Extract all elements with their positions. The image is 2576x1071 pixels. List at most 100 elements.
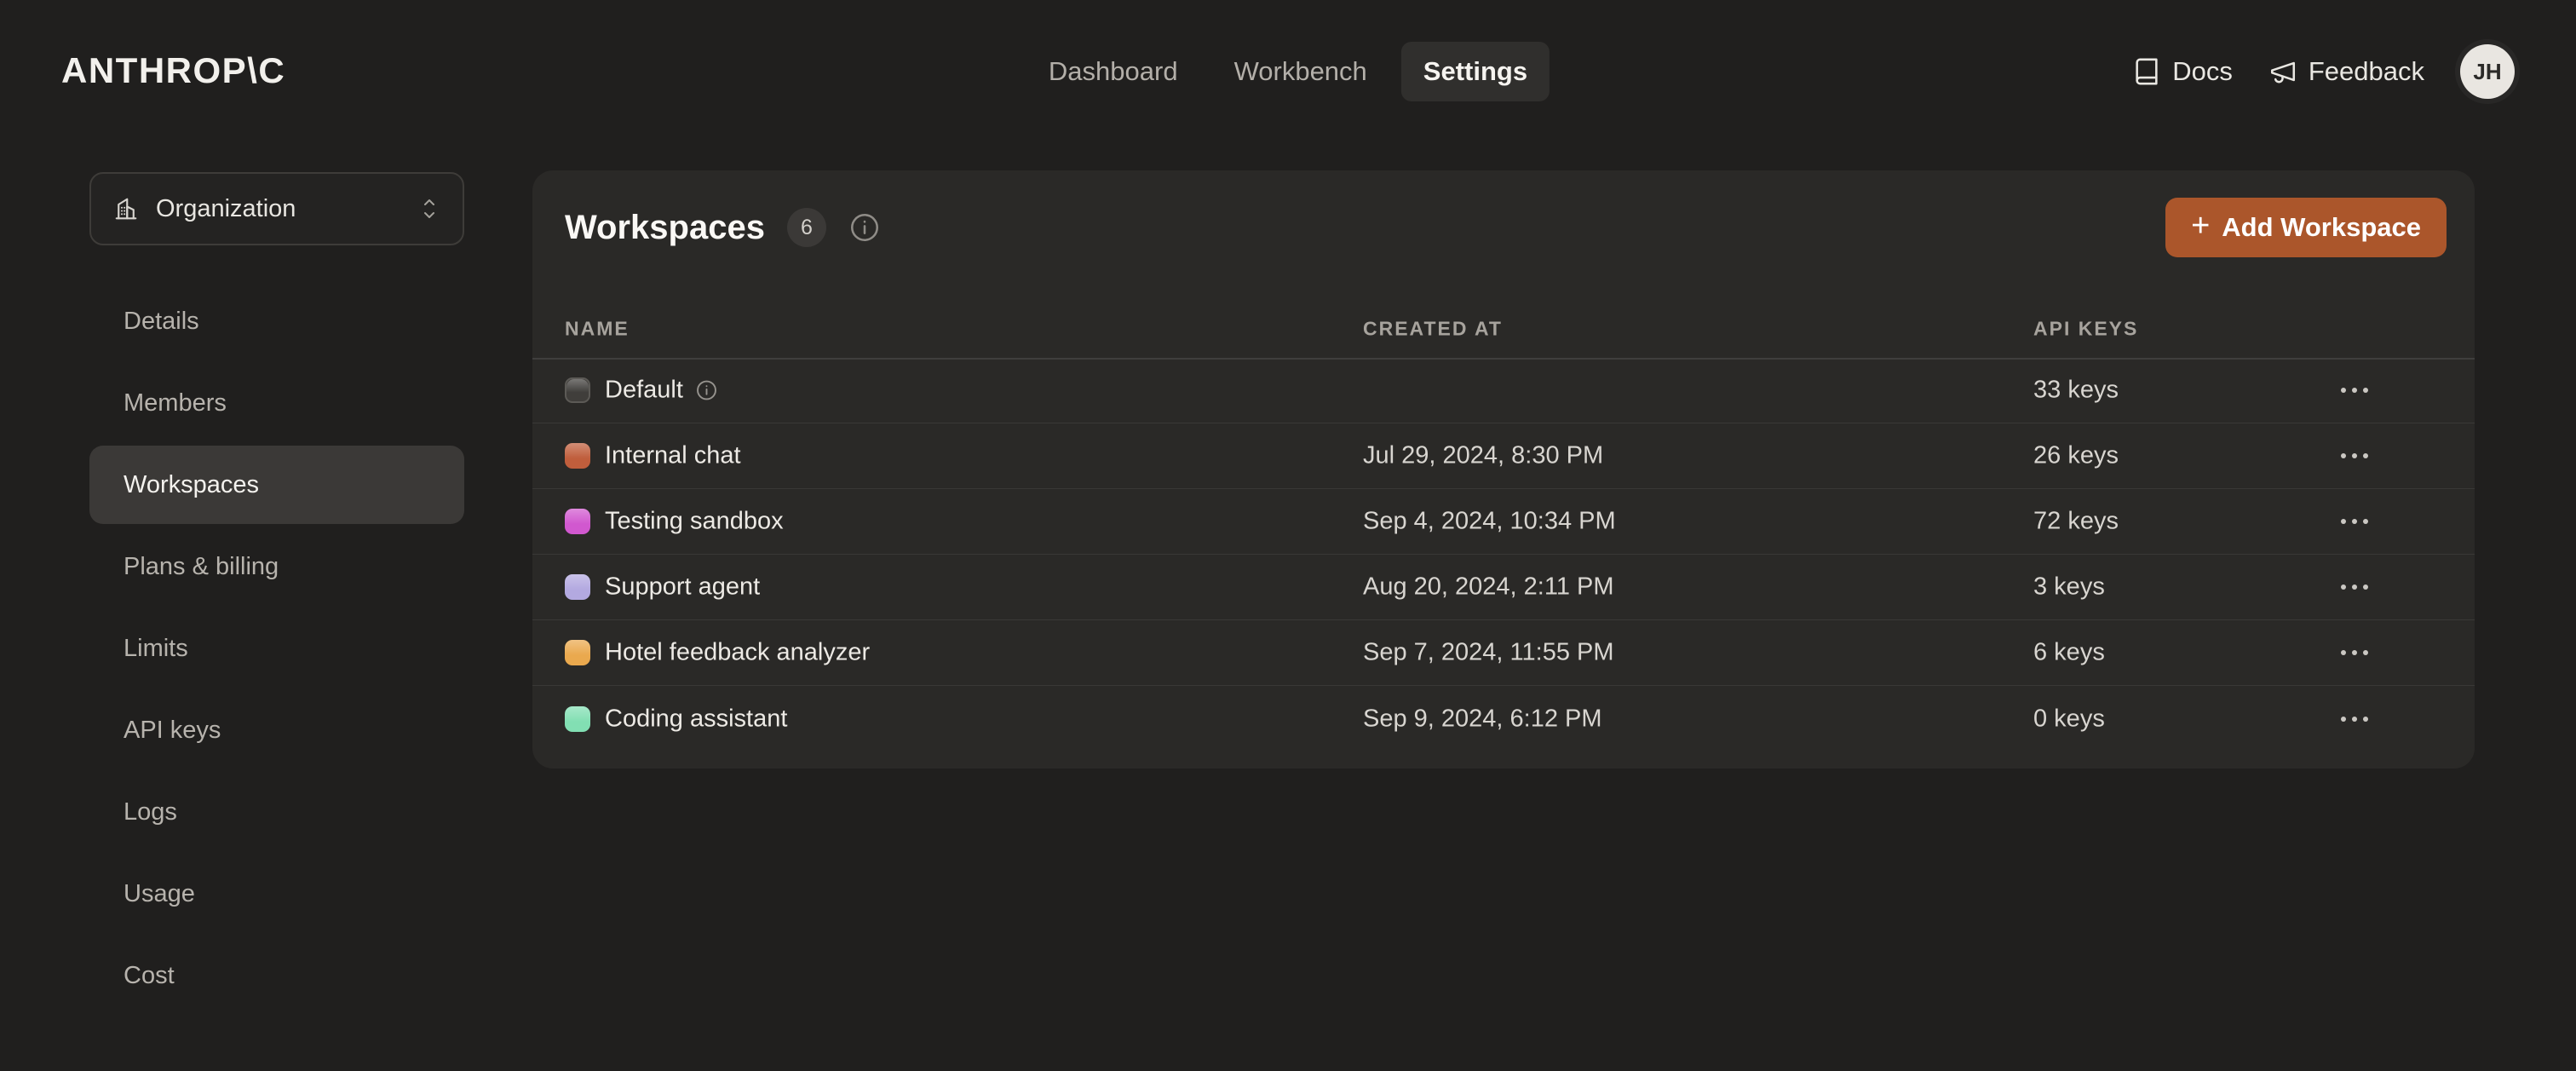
- workspace-color-swatch: [565, 640, 590, 665]
- nav-tab-dashboard[interactable]: Dashboard: [1026, 42, 1200, 101]
- workspace-created-at: Aug 20, 2024, 2:11 PM: [1363, 573, 1614, 602]
- workspace-name: Internal chat: [605, 442, 741, 470]
- workspace-created-at: Sep 7, 2024, 11:55 PM: [1363, 639, 1614, 667]
- plus-icon: +: [2191, 210, 2210, 242]
- workspace-name-cell: Default: [605, 377, 718, 405]
- ellipsis-icon: [2352, 388, 2357, 393]
- nav-tab-workbench[interactable]: Workbench: [1212, 42, 1389, 101]
- sidebar-item-logs[interactable]: Logs: [89, 773, 464, 851]
- workspaces-table-header: NAME CREATED AT API KEYS: [532, 300, 2475, 358]
- ellipsis-icon: [2341, 584, 2346, 590]
- row-actions-button[interactable]: [2320, 686, 2389, 751]
- page-title: Workspaces: [565, 209, 765, 247]
- row-actions-button[interactable]: [2320, 555, 2389, 619]
- workspace-created-at: Jul 29, 2024, 8:30 PM: [1363, 442, 1603, 470]
- ellipsis-icon: [2352, 650, 2357, 655]
- docs-link[interactable]: Docs: [2132, 56, 2233, 87]
- workspace-api-keys: 6 keys: [2033, 639, 2105, 667]
- workspace-name: Coding assistant: [605, 705, 787, 733]
- megaphone-icon: [2268, 57, 2297, 86]
- column-header-created-at: CREATED AT: [1363, 318, 1503, 341]
- organization-selector[interactable]: Organization: [89, 172, 464, 245]
- add-workspace-button[interactable]: + Add Workspace: [2165, 198, 2447, 257]
- ellipsis-icon: [2341, 717, 2346, 722]
- workspace-name: Hotel feedback analyzer: [605, 639, 870, 667]
- workspace-name: Default: [605, 377, 683, 405]
- workspace-api-keys: 3 keys: [2033, 573, 2105, 602]
- organization-selector-label: Organization: [156, 195, 401, 223]
- workspace-color-swatch: [565, 574, 590, 600]
- settings-sidebar: Details Members Workspaces Plans & billi…: [89, 282, 464, 1015]
- sidebar-item-workspaces[interactable]: Workspaces: [89, 446, 464, 524]
- ellipsis-icon: [2352, 519, 2357, 524]
- ellipsis-icon: [2352, 453, 2357, 458]
- sidebar-item-limits[interactable]: Limits: [89, 609, 464, 688]
- workspace-api-keys: 72 keys: [2033, 508, 2119, 536]
- row-actions-button[interactable]: [2320, 620, 2389, 685]
- sidebar-item-api-keys[interactable]: API keys: [89, 691, 464, 769]
- ellipsis-icon: [2341, 388, 2346, 393]
- nav-tab-settings[interactable]: Settings: [1401, 42, 1550, 101]
- ellipsis-icon: [2363, 519, 2368, 524]
- ellipsis-icon: [2352, 717, 2357, 722]
- workspace-api-keys: 26 keys: [2033, 442, 2119, 470]
- header-actions: Docs Feedback JH: [2132, 0, 2515, 143]
- workspace-row[interactable]: Testing sandbox Sep 4, 2024, 10:34 PM 72…: [532, 489, 2475, 555]
- workspace-api-keys: 0 keys: [2033, 705, 2105, 733]
- user-avatar[interactable]: JH: [2460, 44, 2515, 99]
- feedback-link[interactable]: Feedback: [2268, 56, 2424, 87]
- anthropic-logo[interactable]: ANTHROP\C: [61, 53, 285, 89]
- sidebar-item-members[interactable]: Members: [89, 364, 464, 442]
- workspaces-panel: Workspaces 6 + Add Workspace NAME CREATE…: [532, 170, 2475, 769]
- workspaces-header: Workspaces 6 + Add Workspace: [565, 170, 2447, 285]
- sidebar-item-usage[interactable]: Usage: [89, 855, 464, 933]
- workspace-created-at: Sep 4, 2024, 10:34 PM: [1363, 508, 1616, 536]
- chevron-up-down-icon: [418, 194, 440, 223]
- workspace-count-badge: 6: [787, 208, 826, 247]
- workspace-api-keys: 33 keys: [2033, 377, 2119, 405]
- workspace-name-cell: Support agent: [605, 573, 760, 602]
- docs-label: Docs: [2172, 56, 2233, 87]
- workspace-name-cell: Coding assistant: [605, 705, 787, 733]
- ellipsis-icon: [2341, 519, 2346, 524]
- ellipsis-icon: [2363, 650, 2368, 655]
- feedback-label: Feedback: [2309, 56, 2424, 87]
- row-actions-button[interactable]: [2320, 489, 2389, 554]
- row-actions-button[interactable]: [2320, 358, 2389, 423]
- sidebar-item-details[interactable]: Details: [89, 282, 464, 360]
- workspace-name-cell: Hotel feedback analyzer: [605, 639, 870, 667]
- workspace-name: Support agent: [605, 573, 760, 602]
- workspace-row[interactable]: Internal chat Jul 29, 2024, 8:30 PM 26 k…: [532, 423, 2475, 489]
- sidebar-item-cost[interactable]: Cost: [89, 936, 464, 1015]
- ellipsis-icon: [2363, 453, 2368, 458]
- workspace-created-at: Sep 9, 2024, 6:12 PM: [1363, 705, 1602, 733]
- workspace-color-swatch: [565, 377, 590, 403]
- ellipsis-icon: [2341, 453, 2346, 458]
- add-workspace-label: Add Workspace: [2222, 212, 2421, 243]
- workspace-row[interactable]: Support agent Aug 20, 2024, 2:11 PM 3 ke…: [532, 555, 2475, 620]
- sidebar-item-plans-billing[interactable]: Plans & billing: [89, 527, 464, 606]
- default-workspace-info-icon[interactable]: [695, 379, 718, 402]
- workspace-color-swatch: [565, 706, 590, 732]
- ellipsis-icon: [2341, 650, 2346, 655]
- workspace-row[interactable]: Default 33 keys: [532, 358, 2475, 423]
- workspace-rows: Default 33 keys Internal chat Jul 29, 20…: [532, 358, 2475, 751]
- workspace-color-swatch: [565, 509, 590, 534]
- top-nav: Dashboard Workbench Settings: [1026, 0, 1550, 143]
- ellipsis-icon: [2352, 584, 2357, 590]
- workspace-name: Testing sandbox: [605, 508, 784, 536]
- row-actions-button[interactable]: [2320, 423, 2389, 488]
- ellipsis-icon: [2363, 584, 2368, 590]
- workspace-color-swatch: [565, 443, 590, 469]
- ellipsis-icon: [2363, 388, 2368, 393]
- book-icon: [2132, 57, 2161, 86]
- workspace-name-cell: Testing sandbox: [605, 508, 784, 536]
- workspace-row[interactable]: Coding assistant Sep 9, 2024, 6:12 PM 0 …: [532, 686, 2475, 751]
- workspace-row[interactable]: Hotel feedback analyzer Sep 7, 2024, 11:…: [532, 620, 2475, 686]
- building-icon: [113, 196, 139, 222]
- column-header-name: NAME: [565, 318, 630, 341]
- column-header-api-keys: API KEYS: [2033, 318, 2138, 341]
- workspace-name-cell: Internal chat: [605, 442, 741, 470]
- ellipsis-icon: [2363, 717, 2368, 722]
- workspaces-info-icon[interactable]: [848, 211, 881, 244]
